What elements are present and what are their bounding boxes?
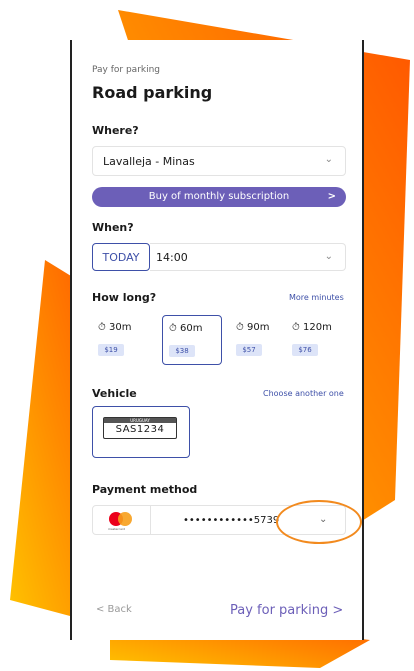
clock-icon: ⏱ <box>98 322 106 333</box>
app-screen: Pay for parking Road parking Where? Lava… <box>70 40 364 640</box>
vehicle-label: Vehicle <box>92 387 137 400</box>
pay-for-parking-button[interactable]: Pay for parking > <box>230 603 343 618</box>
duration-option-60m[interactable]: ⏱ 60m $38 <box>162 315 222 365</box>
subscription-label: Buy of monthly subscription <box>148 191 290 202</box>
duration-option-120m[interactable]: ⏱ 120m $76 <box>286 315 346 365</box>
duration-price: $57 <box>236 344 262 356</box>
duration-label: 60m <box>180 323 203 334</box>
page-title: Road parking <box>92 83 213 102</box>
when-label: When? <box>92 221 134 234</box>
duration-price: $19 <box>98 344 124 356</box>
chevron-right-icon: > <box>327 191 336 202</box>
highlight-circle <box>276 500 362 544</box>
today-button[interactable]: TODAY <box>92 243 150 271</box>
breadcrumb: Pay for parking <box>92 65 161 75</box>
monthly-subscription-button[interactable]: Buy of monthly subscription > <box>92 187 346 207</box>
back-button[interactable]: < Back <box>96 604 132 615</box>
clock-icon: ⏱ <box>292 322 300 333</box>
card-number: ••••••••••••5739 <box>183 515 280 526</box>
where-label: Where? <box>92 124 139 137</box>
choose-vehicle-link[interactable]: Choose another one <box>263 389 344 398</box>
duration-label: 90m <box>247 322 270 333</box>
location-select[interactable]: Lavalleja - Minas ⌄ <box>92 146 346 176</box>
how-long-label: How long? <box>92 291 157 304</box>
duration-label: 30m <box>109 322 132 333</box>
chevron-down-icon: ⌄ <box>324 251 333 262</box>
duration-price: $38 <box>169 345 195 357</box>
time-value: 14:00 <box>156 251 188 264</box>
plate-number: SAS1234 <box>115 424 165 435</box>
license-plate: URUGUAY SAS1234 <box>103 417 177 439</box>
clock-icon: ⏱ <box>169 323 177 334</box>
vehicle-card[interactable]: URUGUAY SAS1234 <box>92 406 190 458</box>
duration-option-90m[interactable]: ⏱ 90m $57 <box>230 315 290 365</box>
chevron-down-icon: ⌄ <box>324 154 333 165</box>
card-brand: mastercard <box>108 527 126 531</box>
duration-price: $76 <box>292 344 318 356</box>
duration-label: 120m <box>303 322 332 333</box>
duration-options: ⏱ 30m $19 ⏱ 60m $38 ⏱ 90m $57 ⏱ 120m $76 <box>92 315 346 365</box>
payment-method-label: Payment method <box>92 483 198 496</box>
more-minutes-link[interactable]: More minutes <box>289 293 344 302</box>
plate-country: URUGUAY <box>104 418 176 423</box>
clock-icon: ⏱ <box>236 322 244 333</box>
time-select[interactable]: 14:00 ⌄ <box>150 243 346 271</box>
duration-option-30m[interactable]: ⏱ 30m $19 <box>92 315 152 365</box>
when-row: TODAY 14:00 ⌄ <box>92 243 346 271</box>
mastercard-icon: mastercard <box>93 506 151 534</box>
location-value: Lavalleja - Minas <box>103 155 195 168</box>
